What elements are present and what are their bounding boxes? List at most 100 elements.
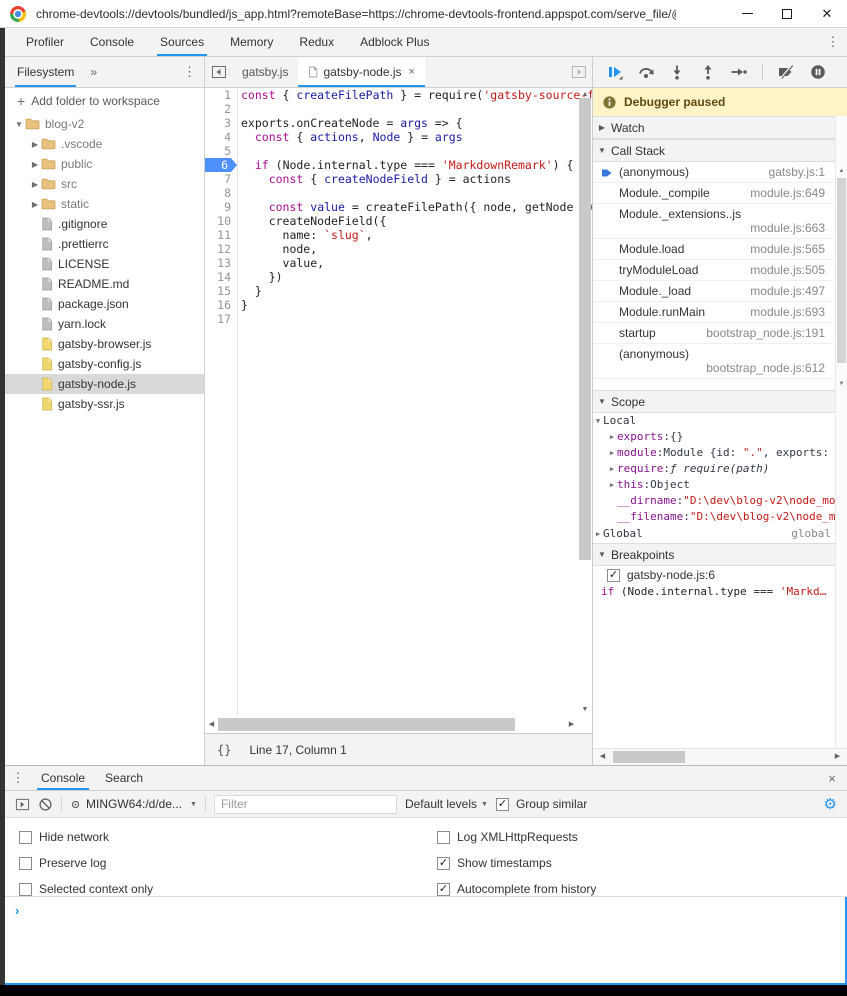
code-line[interactable]: 7 const { createNodeField } = actions	[205, 172, 592, 186]
call-stack-frame[interactable]: Module._compilemodule.js:649	[593, 183, 835, 204]
tree-item-gatsby-node.js[interactable]: gatsby-node.js	[5, 374, 204, 394]
checkbox-icon[interactable]: ✓	[607, 569, 620, 582]
tree-item-package.json[interactable]: package.json	[5, 294, 204, 314]
console-sidebar-icon[interactable]	[15, 797, 30, 812]
main-tab-memory[interactable]: Memory	[217, 28, 286, 56]
scroll-down-icon[interactable]: ▼	[578, 703, 592, 716]
hide-navigator-icon[interactable]	[205, 57, 232, 87]
scope-variable[interactable]: ▶exports: {}	[593, 429, 835, 445]
line-number[interactable]: 15	[205, 284, 237, 298]
scrollbar-thumb[interactable]	[579, 98, 591, 560]
tree-item-public[interactable]: ▶public	[5, 154, 204, 174]
code-line[interactable]: 5	[205, 144, 592, 158]
minimize-button[interactable]	[727, 0, 767, 27]
tree-item-yarn.lock[interactable]: yarn.lock	[5, 314, 204, 334]
scope-variable[interactable]: __dirname: "D:\dev\blog-v2\node_mo	[593, 493, 835, 509]
pretty-print-icon[interactable]: {}	[217, 743, 231, 757]
scope-variable[interactable]: ▶module: Module {id: ".", exports:	[593, 445, 835, 461]
checkbox-icon[interactable]	[437, 831, 450, 844]
tree-item-dot-vscode[interactable]: ▶.vscode	[5, 134, 204, 154]
code-line[interactable]: 17	[205, 312, 592, 326]
chevron-right-icon[interactable]: ▶	[29, 160, 41, 169]
clear-console-icon[interactable]	[38, 797, 53, 812]
call-stack-frame[interactable]: Module.runMainmodule.js:693	[593, 302, 835, 323]
close-tab-icon[interactable]: ×	[409, 66, 415, 78]
section-scope[interactable]: ▼ Scope	[593, 390, 847, 413]
group-similar-checkbox[interactable]: ✓Group similar	[496, 797, 587, 811]
drawer-close-icon[interactable]: ×	[817, 766, 847, 790]
code-line[interactable]: 6 if (Node.internal.type === 'MarkdownRe…	[205, 158, 592, 172]
maximize-button[interactable]	[767, 0, 807, 27]
breakpoint-badge[interactable]: 6	[205, 158, 237, 172]
scrollbar-thumb[interactable]	[613, 751, 685, 763]
scope-group-global[interactable]: ▶Globalglobal	[593, 525, 835, 543]
line-number[interactable]: 4	[205, 130, 237, 144]
code-line[interactable]: 1const { createFilePath } = require('gat…	[205, 88, 592, 102]
chevron-right-icon[interactable]: ▶	[29, 200, 41, 209]
step-out-icon[interactable]	[700, 64, 716, 80]
breakpoint-checkbox[interactable]: ✓	[607, 569, 620, 582]
scroll-right-icon[interactable]: ▶	[831, 749, 844, 765]
chevron-right-icon[interactable]: ▶	[607, 461, 617, 477]
chevron-right-icon[interactable]: ▶	[29, 140, 41, 149]
scrollbar-thumb[interactable]	[837, 178, 846, 363]
scope-variable[interactable]: ▶require: ƒ require(path)	[593, 461, 835, 477]
scope-variable[interactable]: ▶this: Object	[593, 477, 835, 493]
scroll-left-icon[interactable]: ◀	[205, 716, 218, 733]
code-editor[interactable]: 1const { createFilePath } = require('gat…	[205, 88, 592, 733]
call-stack-frame[interactable]: Module._loadmodule.js:497	[593, 281, 835, 302]
code-line[interactable]: 2	[205, 102, 592, 116]
scroll-down-icon[interactable]: ▼	[836, 378, 847, 390]
line-number[interactable]: 12	[205, 242, 237, 256]
drawer-tab-search[interactable]: Search	[95, 766, 153, 790]
checkbox-icon[interactable]: ✓	[437, 883, 450, 896]
main-tab-sources[interactable]: Sources	[147, 28, 217, 56]
main-tab-redux[interactable]: Redux	[286, 28, 347, 56]
section-call-stack[interactable]: ▼ Call Stack	[593, 139, 847, 162]
chevron-right-icon[interactable]: ▶	[29, 180, 41, 189]
pause-on-exceptions-icon[interactable]	[810, 64, 826, 80]
line-number[interactable]: 3	[205, 116, 237, 130]
editor-tab-gatsby.js[interactable]: gatsby.js	[232, 57, 298, 87]
call-stack-frame[interactable]: (anonymous)bootstrap_node.js:612	[593, 344, 835, 379]
step-into-icon[interactable]	[669, 64, 685, 80]
checkbox-icon[interactable]: ✓	[496, 798, 509, 811]
debugger-vertical-scrollbar[interactable]: ▲ ▼	[835, 116, 847, 748]
call-stack-frame[interactable]: (anonymous)gatsby.js:1	[593, 162, 835, 183]
scope-group-local[interactable]: ▼Local	[593, 413, 835, 429]
debugger-horizontal-scrollbar[interactable]: ◀ ▶	[593, 748, 847, 765]
line-number[interactable]: 1	[205, 88, 237, 102]
chevron-right-icon[interactable]: ▶	[607, 429, 617, 445]
drawer-tab-console[interactable]: Console	[31, 766, 95, 790]
chevron-right-icon[interactable]: ▶	[607, 445, 617, 461]
tree-item-LICENSE[interactable]: LICENSE	[5, 254, 204, 274]
step-over-icon[interactable]	[638, 64, 654, 80]
code-line[interactable]: 15 }	[205, 284, 592, 298]
line-number[interactable]: 14	[205, 270, 237, 284]
tree-item-static[interactable]: ▶static	[5, 194, 204, 214]
tree-item-dot-prettierrc[interactable]: .prettierrc	[5, 234, 204, 254]
main-tab-adblock-plus[interactable]: Adblock Plus	[347, 28, 442, 56]
section-watch[interactable]: ▶ Watch	[593, 116, 847, 139]
checkbox-icon[interactable]	[19, 831, 32, 844]
scrollbar-thumb[interactable]	[218, 718, 515, 731]
console-prompt[interactable]: ›	[5, 897, 847, 985]
filter-input[interactable]	[214, 795, 397, 814]
console-context-select[interactable]: MINGW64:/d/de... ▼	[70, 797, 197, 811]
call-stack-frame[interactable]: Module._extensions..jsmodule.js:663	[593, 204, 835, 239]
editor-tab-gatsby-node.js[interactable]: gatsby-node.js×	[298, 57, 424, 87]
main-tab-console[interactable]: Console	[77, 28, 147, 56]
tree-item-README.md[interactable]: README.md	[5, 274, 204, 294]
show-debugger-icon[interactable]	[565, 57, 592, 87]
devtools-menu-icon[interactable]: ⋮	[819, 28, 847, 56]
setting-show-timestamps[interactable]: ✓Show timestamps	[437, 850, 596, 876]
setting-hide-network[interactable]: Hide network	[19, 824, 153, 850]
setting-log-xmlhttprequests[interactable]: Log XMLHttpRequests	[437, 824, 596, 850]
resume-icon[interactable]	[607, 64, 623, 80]
tree-item-src[interactable]: ▶src	[5, 174, 204, 194]
line-number[interactable]: 13	[205, 256, 237, 270]
call-stack-frame[interactable]: tryModuleLoadmodule.js:505	[593, 260, 835, 281]
navigator-menu-icon[interactable]: ⋮	[183, 64, 196, 80]
line-number[interactable]: 10	[205, 214, 237, 228]
checkbox-icon[interactable]: ✓	[437, 857, 450, 870]
